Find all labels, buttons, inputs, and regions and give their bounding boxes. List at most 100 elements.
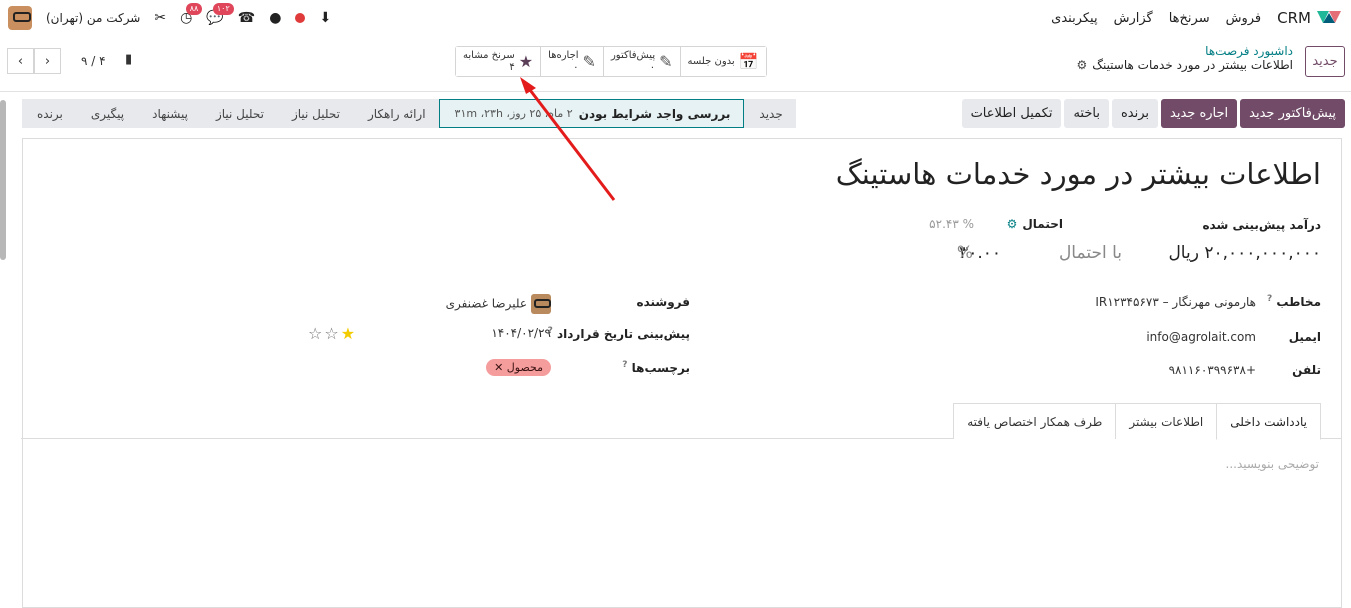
phone-icon[interactable]: ☎ [238, 10, 255, 26]
tab-internal-notes[interactable]: یادداشت داخلی [1216, 403, 1321, 440]
similar-leads-smart-button[interactable]: ★ سرنخ مشابه ۴ [456, 47, 541, 76]
gear-icon[interactable]: ⚙ [1007, 217, 1018, 231]
salesperson-label: فروشنده [636, 295, 691, 309]
new-rental-button[interactable]: اجاره جدید [1161, 99, 1238, 128]
smart-count: ۰ [649, 61, 656, 73]
quotations-smart-button[interactable]: ✎ پیش‌فاکتور ۰ [602, 47, 680, 76]
menu-item-report[interactable]: گزارش [1114, 11, 1153, 26]
contact-label-text: مخاطب [1276, 295, 1321, 309]
star-empty-icon[interactable]: ☆ [324, 324, 340, 343]
menu-item-sales[interactable]: فروش [1226, 11, 1262, 26]
tag-badge[interactable]: محصول ✕ [486, 359, 551, 376]
stage-offer[interactable]: پیشنهاد [137, 99, 201, 128]
tag-label: محصول [506, 361, 543, 374]
brand[interactable]: CRM [1267, 9, 1341, 27]
top-navbar: CRM فروش سرنخ‌ها گزارش پیکربندی شرکت من … [0, 0, 1351, 36]
pager-prev-button[interactable]: ‹ [7, 48, 34, 74]
close-date-field[interactable]: ۱۴۰۴/۰۲/۲۹ [491, 326, 551, 340]
stage-proposal[interactable]: ارائه راهکار [353, 99, 439, 128]
contact-field[interactable]: هارمونی مهرنگار – IR۱۲۳۴۵۶۷۳ [1095, 295, 1256, 309]
new-quotation-button[interactable]: پیش‌فاکتور جدید [1240, 99, 1345, 128]
star-filled-icon[interactable]: ★ [341, 324, 357, 343]
revenue-amount[interactable]: ۲۰,۰۰۰,۰۰۰,۰۰۰ [1204, 243, 1321, 263]
revenue-label: درآمد پیش‌بینی شده [1202, 218, 1321, 232]
revenue-value[interactable]: ۲۰,۰۰۰,۰۰۰,۰۰۰ ریال [1168, 243, 1321, 263]
notebook-tabs: یادداشت داخلی اطلاعات بیشتر طرف همکار اخ… [21, 403, 1341, 440]
salesperson-field[interactable]: علیرضا غضنفری [446, 294, 551, 314]
help-icon: ? [1266, 294, 1273, 304]
help-icon[interactable]: ● [269, 10, 281, 26]
edit-icon: ✎ [582, 52, 596, 71]
won-button[interactable]: برنده [1111, 99, 1159, 128]
smart-label: سرنخ مشابه [463, 49, 515, 61]
remove-tag-icon[interactable]: ✕ [494, 361, 503, 374]
scrollbar[interactable] [0, 100, 6, 260]
rentals-smart-button[interactable]: ✎ اجاره‌ها ۰ [540, 47, 603, 76]
app-name[interactable]: CRM [1277, 9, 1311, 27]
probability-label: احتمال [1022, 217, 1063, 231]
activity-badge: ۸۸ [185, 3, 203, 15]
help-icon: ? [622, 360, 628, 370]
stage-won[interactable]: برنده [22, 99, 76, 128]
probability-label-wrap: احتمال ⚙ [1007, 217, 1063, 231]
chat-badge: ۱۰۲ [212, 3, 234, 15]
enrich-button[interactable]: تکمیل اطلاعات [961, 99, 1062, 128]
systray: شرکت من (تهران) ✂ ◷ ۸۸ 💬 ۱۰۲ ☎ ● ⬇ [8, 3, 331, 30]
notes-editor[interactable]: توضیحی بنویسید... [1226, 457, 1319, 471]
stage-label: بررسی واجد شرایط بودن [578, 106, 731, 121]
stage-new[interactable]: جدید [744, 99, 795, 128]
user-avatar[interactable] [8, 6, 32, 30]
download-icon[interactable]: ⬇ [319, 10, 331, 26]
status-dot-icon[interactable] [295, 13, 306, 23]
control-panel: جدید داشبورد فرصت‌ها اطلاعات بیشتر در مو… [0, 36, 1351, 92]
currency: ریال [1168, 243, 1199, 263]
smart-count: ۴ [509, 61, 515, 73]
stage-duration: ۲ ماه، ۲۵ روز، ۳۱m ،۲۳h [454, 107, 573, 120]
contact-label: مخاطب ? [1267, 294, 1321, 309]
star-icon: ★ [518, 52, 534, 71]
email-field[interactable]: info@agrolait.com [1146, 330, 1256, 344]
action-buttons: پیش‌فاکتور جدید اجاره جدید برنده باخته ت… [961, 99, 1345, 128]
breadcrumb-current: اطلاعات بیشتر در مورد خدمات هاستینگ [1092, 58, 1293, 72]
tools-icon[interactable]: ✂ [154, 10, 166, 26]
stage-analysis-1[interactable]: تحلیل نیاز [277, 99, 353, 128]
main-menu: فروش سرنخ‌ها گزارش پیکربندی [1051, 11, 1261, 26]
menu-item-config[interactable]: پیکربندی [1051, 11, 1097, 26]
tags-label: برچسب‌ها ? [622, 360, 690, 375]
tab-extra-info[interactable]: اطلاعات بیشتر [1115, 403, 1218, 439]
pager-value[interactable]: ۹ / ۴ [81, 54, 106, 68]
lead-title[interactable]: اطلاعات بیشتر در مورد خدمات هاستینگ [836, 157, 1321, 191]
stage-qualification[interactable]: بررسی واجد شرایط بودن ۲ ماه، ۲۵ روز، ۳۱m … [438, 99, 745, 128]
company-switcher[interactable]: شرکت من (تهران) [46, 11, 140, 25]
email-label: ایمیل [1288, 330, 1321, 344]
stage-analysis-2[interactable]: تحلیل نیاز [201, 99, 277, 128]
star-empty-icon[interactable]: ☆ [308, 324, 324, 343]
breadcrumb-parent[interactable]: داشبورد فرصت‌ها [1076, 44, 1293, 58]
smart-label: پیش‌فاکتور [610, 49, 656, 61]
tab-assigned-partner[interactable]: طرف همکار اختصاص یافته [953, 403, 1117, 439]
new-button[interactable]: جدید [1305, 46, 1345, 77]
salesperson-name[interactable]: علیرضا غضنفری [446, 297, 527, 311]
percent-sign: % [956, 243, 973, 263]
crm-logo-icon [1317, 11, 1341, 23]
pager-next-button[interactable]: › [34, 48, 61, 74]
smart-count: ۰ [573, 61, 579, 73]
stage-statusbar: جدید بررسی واجد شرایط بودن ۲ ماه، ۲۵ روز،… [22, 99, 796, 128]
lost-button[interactable]: باخته [1064, 99, 1109, 128]
chat-icon[interactable]: 💬 ۱۰۲ [206, 3, 234, 26]
close-date-label: پیش‌بینی تاریخ قرارداد ? [548, 326, 690, 341]
close-date-label-text: پیش‌بینی تاریخ قرارداد [556, 327, 690, 341]
tags-label-text: برچسب‌ها [631, 361, 690, 375]
meeting-smart-button[interactable]: 📅 بدون جلسه [679, 47, 766, 76]
menu-item-leads[interactable]: سرنخ‌ها [1169, 11, 1210, 26]
stage-followup[interactable]: پیگیری [76, 99, 137, 128]
phone-field[interactable]: +۹۸۱۱۶۰۳۹۹۶۳۸ [1169, 363, 1256, 377]
activity-clock-icon[interactable]: ◷ ۸۸ [180, 3, 203, 26]
priority-stars: ☆☆★ [308, 324, 357, 343]
pager: ‹ › ۹ / ۴ [7, 48, 106, 74]
edit-icon: ✎ [659, 52, 673, 71]
bookmark-icon[interactable]: ▮ [125, 52, 132, 67]
gear-icon[interactable]: ⚙ [1076, 58, 1087, 72]
calendar-icon: 📅 [738, 52, 759, 71]
form-sheet: اطلاعات بیشتر در مورد خدمات هاستینگ درآم… [21, 138, 1342, 608]
